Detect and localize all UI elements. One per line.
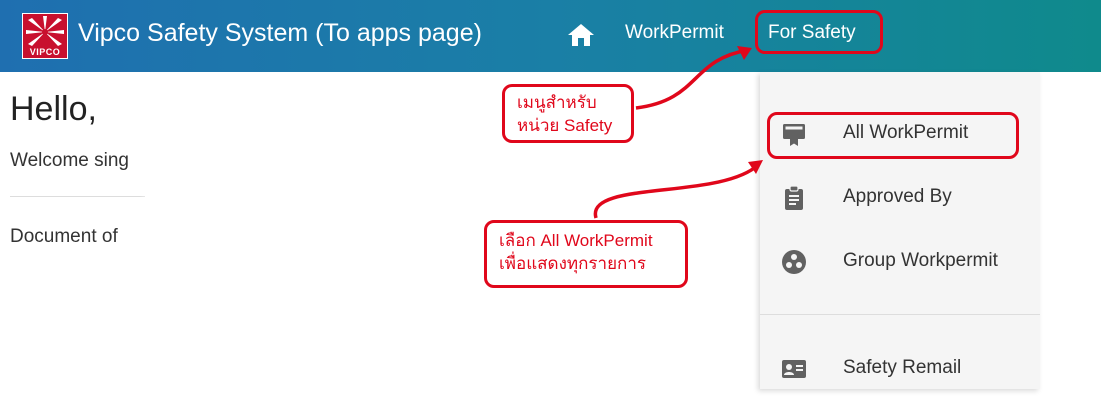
select-callout-line2: เพื่อแสดงทุกรายการ [499, 254, 647, 273]
menu-callout: เมนูสำหรับ หน่วย Safety [502, 84, 634, 143]
annotation-arrows [593, 46, 763, 219]
menu-callout-line1: เมนูสำหรับ [517, 93, 597, 112]
select-callout-line1: เลือก All WorkPermit [499, 231, 653, 250]
menu-callout-line2: หน่วย Safety [517, 116, 613, 135]
select-callout: เลือก All WorkPermit เพื่อแสดงทุกรายการ [484, 220, 688, 288]
